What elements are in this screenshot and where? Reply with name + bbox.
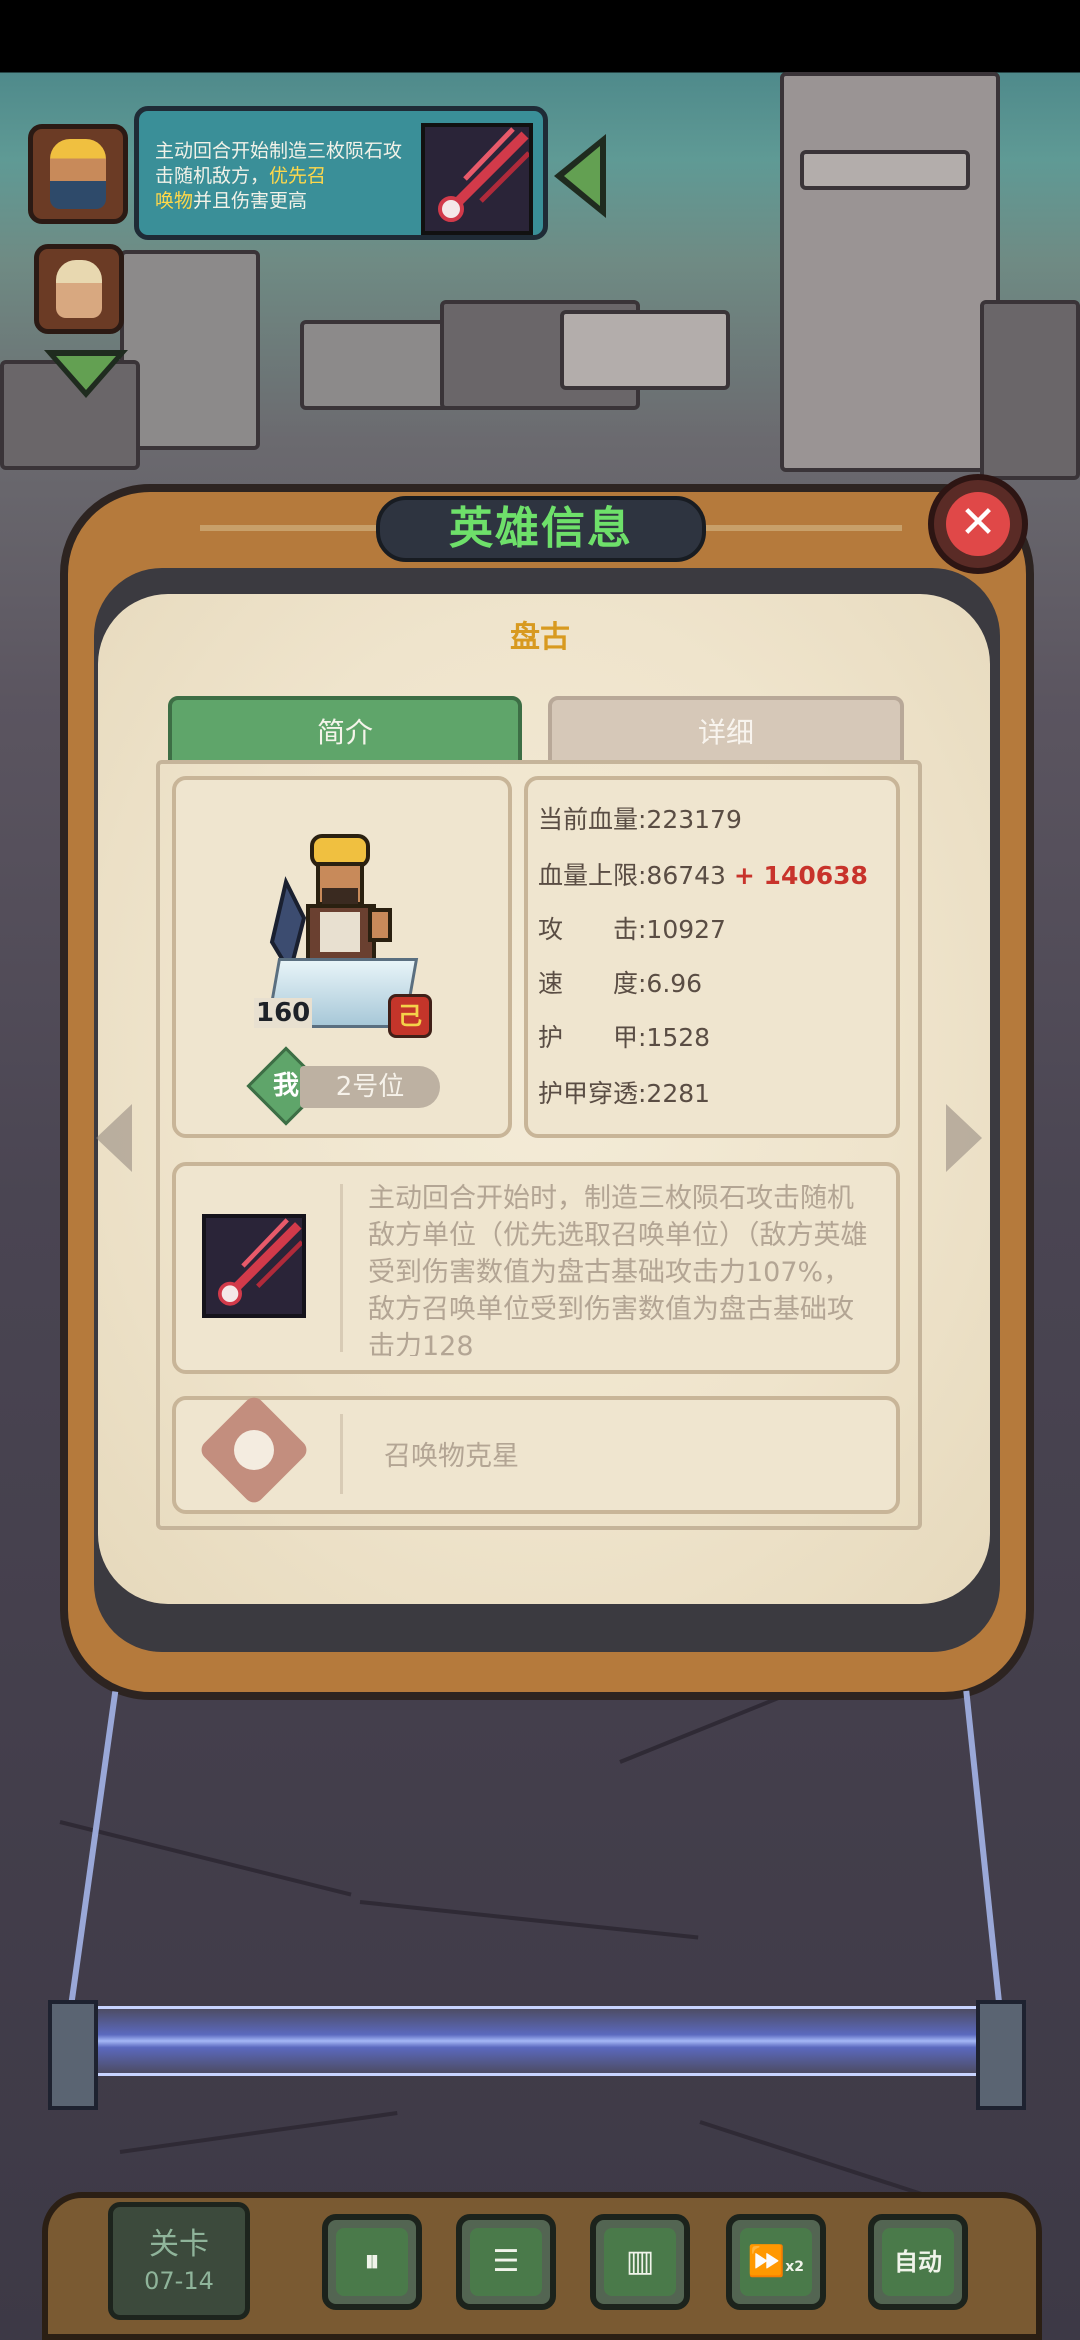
skill-banner: 主动回合开始制造三枚陨石攻击随机敌方，优先召 唤物并且伤害更高 [134,106,548,240]
stat-max-hp-value: 血量上限:86743 [538,861,726,890]
skill-banner-text: 主动回合开始制造三枚陨石攻击随机敌方，优先召 唤物并且伤害更高 [155,140,403,212]
hero-face [50,139,106,209]
auto-button[interactable]: 自动 [868,2214,968,2310]
stage-label: 关卡 [149,2227,209,2262]
trait-label: 召唤物克星 [384,1441,519,1472]
title-rope-left [200,525,380,531]
ground-crack [359,1900,699,1940]
pause-icon: ⏸ [336,2228,408,2296]
chevron-left-icon[interactable] [96,1104,132,1172]
stat-armor-pen: 护甲穿透:2281 [538,1079,711,1108]
skill-divider [340,1184,343,1352]
hero-face [56,260,102,318]
energy-barrier [64,2006,1014,2076]
hero-portrait-active[interactable] [28,124,128,224]
meteor-skill-icon [421,123,533,235]
ruin-block [560,310,730,390]
fast-forward-icon: ⏩x2 [740,2228,812,2296]
scroll-down-arrow[interactable] [44,350,128,398]
speed-button[interactable]: ⏩x2 [726,2214,826,2310]
skill-description: 主动回合开始时，制造三枚陨石攻击随机敌方单位（优先选取召唤单位）（敌方英雄受到伤… [368,1183,868,1356]
ruin-pillar [800,150,970,190]
stage-indicator: 关卡 07-14 [108,2202,250,2320]
formation-button[interactable]: ☰ [456,2214,556,2310]
tab-summary[interactable]: 简介 [168,696,522,764]
stage-value: 07-14 [144,2267,214,2295]
ruin-statue [120,250,260,450]
formation-icon: ☰ [470,2228,542,2296]
bar-chart-icon: ▥ [604,2228,676,2296]
chevron-right-icon[interactable] [946,1104,982,1172]
stat-armor: 护 甲:1528 [538,1023,711,1052]
ruin-block [300,320,460,410]
barrier-post-right [976,2000,1026,2110]
title-rope-right [702,525,902,531]
auto-label: 自动 [882,2228,954,2296]
ground-crack [59,1820,352,1897]
hero-name: 盘古 [510,620,570,655]
pause-button[interactable]: ⏸ [322,2214,422,2310]
hero-rune-badge: 己 [388,994,432,1038]
hero-level: 160 [254,998,313,1028]
hero-portrait-secondary[interactable] [34,244,124,334]
collapse-banner-arrow[interactable] [554,134,606,218]
stat-current-hp: 当前血量:223179 [538,805,742,834]
ground-crack [119,2111,398,2154]
ruin-pillar [780,72,1000,472]
close-icon: ✕ [946,492,1010,556]
barrier-post-left [48,2000,98,2110]
hero-position: 2号位 [300,1066,440,1108]
ruin-block [980,300,1080,480]
dialog-title: 英雄信息 [376,496,706,562]
meteor-skill-icon[interactable] [202,1214,306,1318]
stat-max-hp: 血量上限:86743 + 140638 [538,856,868,892]
stats-button[interactable]: ▥ [590,2214,690,2310]
stat-speed: 速 度:6.96 [538,969,703,998]
stat-attack: 攻 击:10927 [538,915,726,944]
close-button[interactable]: ✕ [928,474,1028,574]
stat-max-hp-bonus: + 140638 [733,861,868,890]
tab-detail[interactable]: 详细 [548,696,904,764]
trait-divider [340,1414,343,1494]
